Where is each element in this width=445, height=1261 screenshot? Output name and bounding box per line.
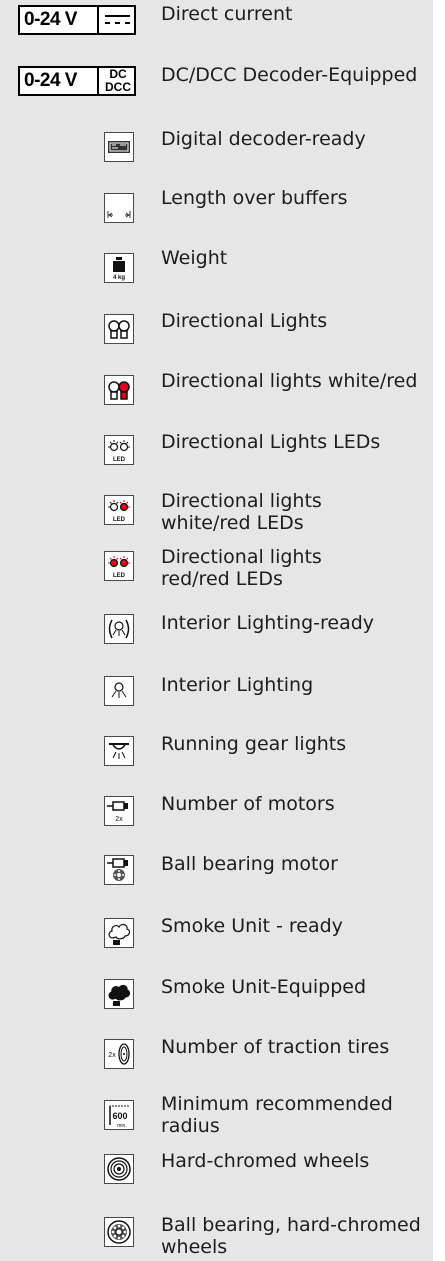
- legend-label: Directional Lights LEDs: [161, 431, 381, 453]
- directional-lights-leds-icon: LED: [104, 435, 134, 465]
- voltage-badge-dc: 0-24 V: [18, 5, 136, 35]
- hard-chromed-wheels-icon: [104, 1154, 134, 1184]
- led-text: LED: [113, 457, 126, 463]
- dc-label: DC: [109, 67, 127, 81]
- legend-label: Weight: [161, 247, 228, 269]
- legend-label: Running gear lights: [161, 733, 347, 755]
- legend-label: Hard-chromed wheels: [161, 1150, 370, 1172]
- dcc-label: DCC: [105, 80, 131, 94]
- tire-count: 2x: [108, 1052, 116, 1059]
- led-text: LED: [113, 573, 126, 579]
- legend-label-line-2: wheels: [161, 1236, 228, 1258]
- legend-label: Number of traction tires: [161, 1036, 390, 1058]
- weight-value: 4 kg: [113, 275, 125, 281]
- legend-label-line-1: Directional lights: [161, 546, 322, 568]
- badge-divider: [97, 68, 99, 94]
- legend-label-line-2: radius: [161, 1115, 220, 1137]
- legend-label-line-1: Ball bearing, hard-chromed: [161, 1214, 421, 1236]
- ball-bearing-chromed-wheels-icon: [104, 1217, 134, 1247]
- directional-lights-red-red-leds-icon: LED: [104, 551, 134, 581]
- directional-lights-icon: [104, 314, 134, 344]
- legend-label-line-1: Directional lights: [161, 490, 322, 512]
- interior-lighting-icon: [104, 676, 134, 706]
- motor-count: 2x: [115, 816, 123, 823]
- directional-lights-white-red-icon: [104, 375, 134, 405]
- legend-label: DC/DCC Decoder-Equipped: [161, 64, 418, 86]
- legend-label: Length over buffers: [161, 187, 348, 209]
- legend-label: Interior Lighting: [161, 674, 314, 696]
- length-over-buffers-icon: [104, 193, 134, 223]
- legend-label: Interior Lighting-ready: [161, 612, 375, 634]
- legend-label: Smoke Unit-Equipped: [161, 976, 367, 998]
- legend-label: Directional lights white/red: [161, 370, 418, 392]
- direct-current-icon: [105, 15, 130, 24]
- legend-label: Digital decoder-ready: [161, 128, 366, 150]
- running-gear-lights-icon: [104, 736, 134, 766]
- weight-icon: 4 kg: [104, 253, 134, 283]
- directional-lights-white-red-leds-icon: LED: [104, 495, 134, 525]
- traction-tires-icon: 2x: [104, 1039, 134, 1069]
- legend-label: Directional Lights: [161, 310, 328, 332]
- voltage-badge-dcc: 0-24 V DC DCC: [18, 66, 136, 96]
- legend-label-line-1: Minimum recommended: [161, 1093, 393, 1115]
- radius-value: 600: [112, 1111, 127, 1121]
- led-text: LED: [113, 517, 126, 523]
- legend-label: Direct current: [161, 3, 293, 25]
- minimum-radius-icon: 600 min.: [104, 1100, 134, 1130]
- symbol-legend-panel: 0-24 V Direct current 0-24 V DC DCC DC/D…: [0, 0, 433, 1261]
- legend-label: Number of motors: [161, 793, 335, 815]
- legend-label: Ball bearing motor: [161, 853, 338, 875]
- interior-lighting-ready-icon: [104, 614, 134, 644]
- legend-label-line-2: white/red LEDs: [161, 512, 304, 534]
- radius-min: min.: [117, 1123, 126, 1129]
- legend-label: Smoke Unit - ready: [161, 915, 343, 937]
- decoder-ready-icon: [104, 132, 134, 162]
- smoke-unit-ready-icon: [104, 918, 134, 948]
- number-of-motors-icon: 2x: [104, 796, 134, 826]
- voltage-text: 0-24 V: [24, 70, 77, 91]
- smoke-unit-equipped-icon: [104, 979, 134, 1009]
- ball-bearing-motor-icon: [104, 855, 134, 885]
- legend-label-line-2: red/red LEDs: [161, 568, 283, 590]
- voltage-text: 0-24 V: [24, 9, 77, 30]
